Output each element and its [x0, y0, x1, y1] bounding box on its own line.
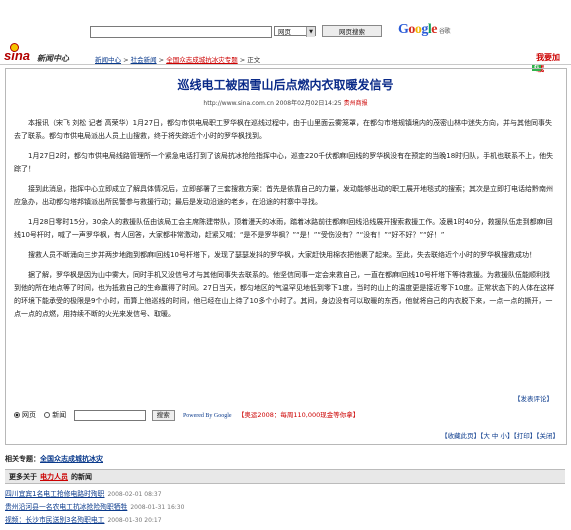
article-paragraph: 搜救人员不断涌向三步并两步地跑到都麻Ⅰ回线10号杆塔下，发现了瑟瑟发抖的罗华枫，… — [28, 251, 536, 259]
breadcrumb-news-center[interactable]: 新闻中心 — [95, 56, 121, 64]
article-paragraph: 1月27日2时，都匀市供电局线路管理所一个紧急电话打到了该局抗冰抢险指挥中心，巡… — [14, 152, 554, 173]
breadcrumb: 新闻中心 > 社会新闻 > 全国众志成城抗冰灾专题 > 正文 — [95, 56, 261, 64]
font-large-link[interactable]: 大 — [483, 432, 490, 440]
radio-news-label: 新闻 — [52, 411, 67, 419]
more-suffix: 的新闻 — [71, 473, 92, 481]
font-medium-link[interactable]: 中 — [492, 432, 499, 440]
search-type-value: 网页 — [278, 28, 291, 36]
google-logo[interactable]: Google 谷歌 — [398, 22, 451, 38]
print-link[interactable]: 打印 — [517, 432, 530, 440]
search-type-select[interactable]: 网页 ▼ — [274, 26, 316, 37]
top-search-bar: 网页 ▼ 网页搜索 Google 谷歌 — [0, 0, 571, 40]
news-date: 2008-02-01 08:37 — [107, 491, 162, 498]
web-search-button[interactable]: 网页搜索 — [322, 25, 382, 37]
sina-logo[interactable]: sina — [4, 43, 30, 63]
article-paragraph: 接到此消息，指挥中心立即成立了解具体情况后，立即部署了三套搜救方案：首先是依靠自… — [14, 185, 553, 206]
breadcrumb-current: 正文 — [247, 56, 261, 64]
more-news-header: 更多关于 电力人员 的新闻 — [5, 469, 565, 484]
news-link[interactable]: 视频：长沙市民送别3名殉职电工 — [5, 516, 104, 524]
radio-news[interactable] — [44, 412, 51, 418]
chevron-down-icon: ▼ — [306, 27, 315, 37]
related-label: 相关专题： — [5, 455, 40, 463]
bottom-search-bar: 网页 新闻 搜索 Powered By Google 【奥运2008：每周110… — [14, 409, 558, 421]
list-item: 视频：长沙市民送别3名殉职电工 2008-01-30 20:17 — [5, 514, 565, 527]
article-source[interactable]: 贵州商报 — [344, 100, 368, 107]
article-datetime: 2008年02月02日14:25 — [275, 100, 342, 107]
related-news-list: 四川宜宾1名电工抢修电路时殉职 2008-02-01 08:37 贵州沿河县一名农… — [5, 488, 565, 527]
article-tools: 【收藏此页】【大 中 小】【打印】【关闭】 — [441, 432, 559, 440]
list-item: 四川宜宾1名电工抢修电路时殉职 2008-02-01 08:37 — [5, 488, 565, 501]
radio-web[interactable] — [14, 412, 20, 418]
close-link[interactable]: 关闭 — [540, 432, 553, 440]
news-center-title: 新闻中心 — [37, 54, 69, 63]
radio-web-label: 网页 — [22, 411, 36, 419]
article-paragraph: 本报讯（宋飞 刘松 记者 高荣华）1月27日，都匀市供电局职工罗华枫在巡线过程中… — [14, 119, 553, 140]
google-sub-label: 谷歌 — [439, 28, 451, 35]
powered-by-google: Powered By Google — [182, 413, 232, 419]
bottom-search-input[interactable] — [74, 409, 147, 421]
news-link[interactable]: 贵州沿河县一名农电工抗冰抢险殉职牺牲 — [5, 503, 127, 511]
search-input[interactable] — [90, 26, 272, 38]
article-body: 本报讯（宋飞 刘松 记者 高荣华）1月27日，都匀市供电局职工罗华枫在巡线过程中… — [14, 117, 556, 328]
article-url[interactable]: http://www.sina.com.cn — [203, 100, 273, 107]
more-prefix: 更多关于 — [9, 473, 37, 481]
bookmark-link[interactable]: 收藏此页 — [448, 432, 474, 440]
news-link[interactable]: 四川宜宾1名电工抢修电路时殉职 — [5, 490, 104, 498]
article-meta: http://www.sina.com.cn 2008年02月02日14:25 … — [0, 98, 571, 107]
article-paragraph: 据了解，罗华枫是因为山中雾大，同时手机又没信号才与其他同事失去联系的。他坚信同事… — [14, 271, 555, 318]
article-headline: 巡线电工被困雪山后点燃内衣取暖发信号 — [177, 78, 394, 92]
promo-link[interactable]: 【奥运2008：每周110,000现金等你拿】 — [238, 411, 359, 419]
font-small-link[interactable]: 小 — [501, 432, 508, 440]
breadcrumb-social-news[interactable]: 社会新闻 — [131, 56, 157, 64]
related-topic: 相关专题：全国众志成城抗冰灾 — [5, 454, 571, 464]
bottom-search-button[interactable]: 搜索 — [151, 409, 175, 421]
news-date: 2008-01-31 16:30 — [130, 504, 185, 511]
more-keyword-link[interactable]: 电力人员 — [40, 473, 68, 481]
nav-divider — [0, 64, 571, 65]
news-date: 2008-01-30 20:17 — [107, 517, 162, 524]
article-paragraph: 1月28日零时15分，30余人的救援队伍由该局工会主席陈建带队，顶着漫天的冰雨，… — [14, 218, 553, 239]
list-item: 贵州沿河县一名农电工抗冰抢险殉职牺牲 2008-01-31 16:30 — [5, 501, 565, 514]
breadcrumb-topic[interactable]: 全国众志成城抗冰灾专题 — [166, 56, 238, 64]
sina-eye-icon — [10, 43, 19, 52]
post-comment-link[interactable]: 【发表评论】 — [514, 393, 553, 403]
related-topic-link[interactable]: 全国众志成城抗冰灾 — [40, 455, 103, 463]
